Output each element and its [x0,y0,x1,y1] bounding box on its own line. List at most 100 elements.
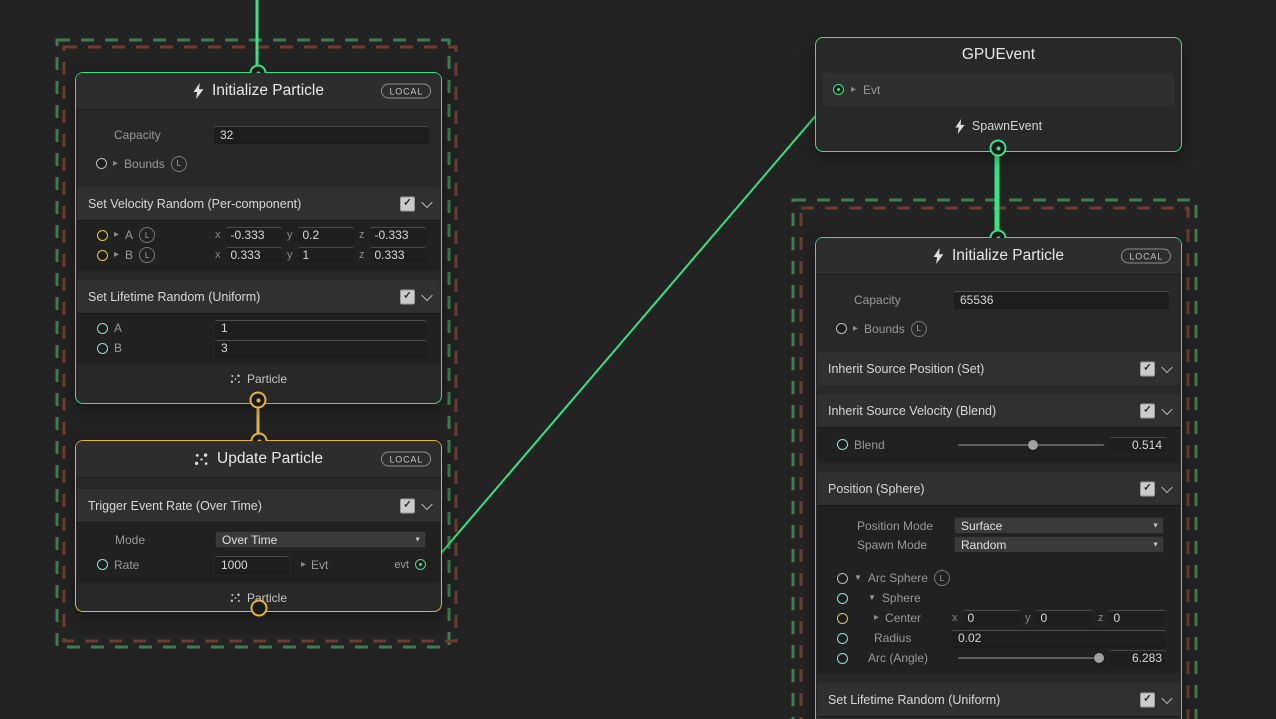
block-title-bar[interactable]: Set Lifetime Random (Uniform) ✓ [817,683,1180,717]
block-enabled-checkbox[interactable]: ✓ [400,289,415,304]
node-title[interactable]: GPUEvent [816,38,1181,71]
port-evt-output[interactable] [415,559,426,570]
node-gpu-event[interactable]: GPUEvent ▸ Evt SpawnEvent [815,37,1182,152]
port-arc-sphere[interactable] [837,573,848,584]
block-title-bar[interactable]: Inherit Source Velocity (Blend) ✓ [817,394,1180,428]
block-title-bar[interactable]: Position (Sphere) ✓ [817,472,1180,506]
local-space-icon[interactable]: L [139,247,155,263]
port-rate[interactable] [97,559,108,570]
port-lifetime-b[interactable] [97,343,108,354]
collapse-chevron-icon[interactable] [421,289,432,300]
port-blend[interactable] [837,439,848,450]
velocity-b-x-field[interactable]: 0.333 [226,247,283,263]
bounds-port[interactable] [96,158,107,169]
capacity-label: Capacity [114,128,214,142]
port-lifetime-a[interactable] [97,323,108,334]
foldout-open-icon[interactable]: ▼ [854,574,862,582]
slider-thumb[interactable] [1094,653,1104,663]
spawn-mode-row: Spawn Mode Random ▼ [817,535,1180,554]
velocity-a-x-field[interactable]: -0.333 [226,227,283,243]
node-header[interactable]: Update Particle LOCAL [76,441,441,478]
block-enabled-checkbox[interactable]: ✓ [1140,361,1155,376]
expand-icon[interactable]: ▸ [874,613,879,623]
mode-dropdown[interactable]: Over Time ▼ [215,531,426,548]
position-mode-value: Surface [961,519,1002,533]
position-mode-dropdown[interactable]: Surface ▼ [954,517,1164,534]
expand-icon[interactable]: ▸ [114,250,119,260]
port-evt-input[interactable] [833,84,844,95]
node-initialize-particle-right[interactable]: Initialize Particle LOCAL Capacity 65536… [815,237,1182,719]
arc-angle-row: Arc (Angle) 6.283 [817,648,1180,668]
velocity-b-y-field[interactable]: 1 [298,247,355,263]
collapse-chevron-icon[interactable] [421,196,432,207]
block-enabled-checkbox[interactable]: ✓ [400,498,415,513]
collapse-chevron-icon[interactable] [1161,481,1172,492]
collapse-chevron-icon[interactable] [1161,692,1172,703]
block-enabled-checkbox[interactable]: ✓ [1140,692,1155,707]
block-trigger-event-rate: Trigger Event Rate (Over Time) ✓ Mode Ov… [77,489,440,583]
blend-value-field[interactable]: 0.514 [1110,437,1166,453]
slider-thumb[interactable] [1028,440,1038,450]
block-enabled-checkbox[interactable]: ✓ [400,196,415,211]
local-space-icon[interactable]: L [934,570,950,586]
node-header[interactable]: Initialize Particle LOCAL [816,238,1181,275]
edge-evt-to-gpuevent[interactable] [430,92,836,566]
expand-icon[interactable]: ▸ [114,230,119,240]
velocity-a-y-field[interactable]: 0.2 [298,227,355,243]
block-title-bar[interactable]: Set Lifetime Random (Uniform) ✓ [77,280,440,314]
center-z-field[interactable]: 0 [1109,610,1167,626]
port-velocity-a[interactable] [97,230,108,241]
block-title: Inherit Source Velocity (Blend) [828,404,996,418]
local-space-icon[interactable]: L [911,321,927,337]
port-arc-angle[interactable] [837,653,848,664]
center-x-field[interactable]: 0 [963,610,1021,626]
radius-field[interactable]: 0.02 [952,630,1166,647]
bounds-label: Bounds [864,322,905,336]
row-label: A [114,321,122,335]
capacity-field[interactable]: 32 [214,126,429,143]
velocity-a-z-field[interactable]: -0.333 [370,227,427,243]
dropdown-arrow-icon: ▼ [414,536,421,543]
velocity-b-z-field[interactable]: 0.333 [370,247,427,263]
node-initialize-particle-left[interactable]: Initialize Particle LOCAL Capacity 32 ▸ … [75,72,442,404]
port-radius[interactable] [837,633,848,644]
block-title: Set Lifetime Random (Uniform) [828,693,1000,707]
expand-icon[interactable]: ▸ [853,324,858,334]
spawn-event-label: SpawnEvent [972,119,1042,133]
local-space-icon[interactable]: L [139,227,155,243]
collapse-chevron-icon[interactable] [1161,361,1172,372]
arc-angle-slider[interactable] [958,652,1104,664]
center-y-field[interactable]: 0 [1036,610,1094,626]
particle-output-port[interactable] [250,392,267,409]
dropdown-arrow-icon: ▼ [1152,522,1159,529]
node-header[interactable]: Initialize Particle LOCAL [76,73,441,110]
block-title-bar[interactable]: Set Velocity Random (Per-component) ✓ [77,187,440,221]
node-update-particle[interactable]: Update Particle LOCAL Trigger Event Rate… [75,440,442,612]
velocity-row-a: ▸ A L x -0.333 y 0.2 z -0.333 [77,225,440,245]
local-space-icon[interactable]: L [171,156,187,172]
spawn-mode-dropdown[interactable]: Random ▼ [954,536,1164,553]
expand-icon[interactable]: ▸ [113,159,118,169]
block-title-bar[interactable]: Inherit Source Position (Set) ✓ [817,352,1180,385]
row-label: B [114,341,122,355]
bounds-port[interactable] [836,323,847,334]
collapse-chevron-icon[interactable] [1161,403,1172,414]
spawn-output-port[interactable] [990,140,1007,157]
arc-angle-value-field[interactable]: 6.283 [1110,650,1166,666]
block-enabled-checkbox[interactable]: ✓ [1140,403,1155,418]
lifetime-b-field[interactable]: 3 [215,340,426,357]
port-velocity-b[interactable] [97,250,108,261]
port-sphere[interactable] [837,593,848,604]
capacity-field[interactable]: 65536 [954,291,1169,308]
axis-z-label: z [359,249,365,261]
vfx-graph-canvas[interactable]: Initialize Particle LOCAL Capacity 32 ▸ … [0,0,1276,719]
blend-slider[interactable] [958,439,1104,451]
foldout-open-icon[interactable]: ▼ [868,594,876,602]
particle-output-port[interactable] [251,600,268,617]
block-enabled-checkbox[interactable]: ✓ [1140,481,1155,496]
block-title-bar[interactable]: Trigger Event Rate (Over Time) ✓ [77,489,440,523]
port-center[interactable] [837,613,848,624]
rate-field[interactable]: 1000 [215,556,289,573]
collapse-chevron-icon[interactable] [421,498,432,509]
lifetime-a-field[interactable]: 1 [215,320,426,337]
